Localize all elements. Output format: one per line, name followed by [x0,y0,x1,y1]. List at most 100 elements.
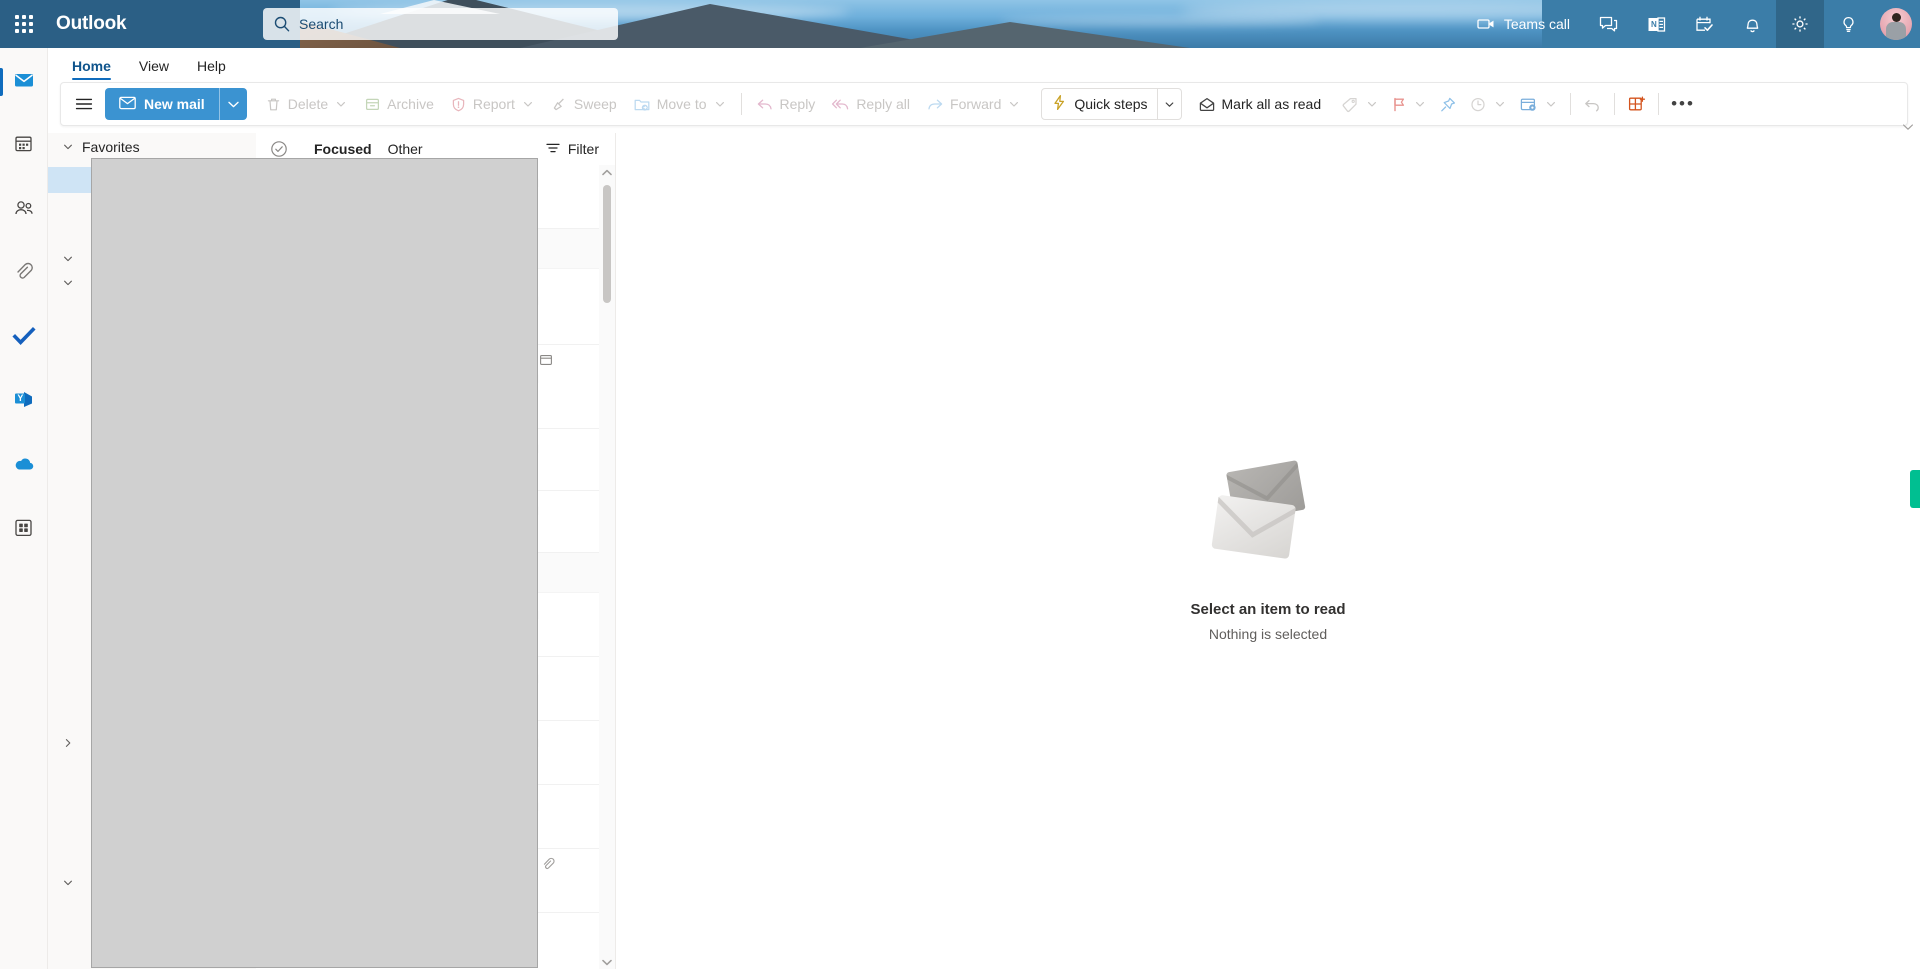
snooze-button[interactable] [1463,88,1513,120]
report-button[interactable]: Report [442,88,543,120]
chevron-down-icon[interactable] [60,139,76,155]
message-list-scrollbar[interactable] [599,165,615,969]
cloud-icon [12,453,36,480]
rail-item-mail[interactable] [0,58,48,106]
chevron-down-icon[interactable] [1413,97,1427,111]
pivot-focused[interactable]: Focused [306,141,380,157]
ribbon-divider-4 [1658,93,1660,115]
rail-item-to-do[interactable] [0,314,48,362]
open-envelope-icon [1198,96,1216,113]
rail-item-onedrive[interactable] [0,442,48,490]
archive-box-icon [364,96,381,113]
paperclip-icon [541,857,555,871]
chevron-up-icon[interactable] [599,165,615,179]
search-box[interactable] [263,8,618,40]
sweep-label: Sweep [573,96,617,112]
ribbon-divider-2 [1570,93,1572,115]
hamburger-menu-icon[interactable] [67,88,101,120]
quick-steps-group[interactable]: Quick steps [1041,88,1182,120]
favorites-label: Favorites [82,139,140,155]
quick-steps-dropdown[interactable] [1156,89,1181,119]
chevron-down-icon[interactable] [1365,97,1379,111]
search-input[interactable] [299,16,608,32]
sweep-button[interactable]: Sweep [543,88,625,120]
svg-text:N: N [1651,20,1657,29]
notifications-button[interactable] [1728,0,1776,48]
mail-icon [13,69,35,96]
new-mail-dropdown[interactable] [218,88,247,120]
trash-icon [265,96,282,113]
chevron-down-icon [1903,124,1913,130]
chevron-down-icon[interactable] [60,275,76,291]
chat-button[interactable] [1584,0,1632,48]
contact-card-button[interactable]: N [1632,0,1680,48]
more-commands-button[interactable]: ••• [1665,88,1701,120]
rail-item-people[interactable] [0,186,48,234]
forward-arrow-icon [926,96,944,113]
gear-icon [1789,13,1811,35]
scrollbar-thumb[interactable] [603,185,611,303]
ribbon-expand-chevron[interactable] [1900,120,1916,134]
forward-button[interactable]: Forward [918,88,1029,120]
calendar-check-button[interactable] [1680,0,1728,48]
forward-label: Forward [950,96,1002,112]
filter-icon [545,141,561,158]
folder-move-icon [633,96,651,113]
chevron-right-icon[interactable] [60,735,76,751]
chevron-down-icon[interactable] [60,251,76,267]
new-mail-main[interactable]: New mail [105,88,219,120]
mark-all-as-read-button[interactable]: Mark all as read [1190,88,1330,120]
tab-view[interactable]: View [127,54,181,80]
add-ins-button[interactable] [1621,88,1652,120]
tab-home[interactable]: Home [60,54,123,80]
settings-button[interactable] [1776,0,1824,48]
filter-button[interactable]: Filter [545,141,605,158]
delete-button[interactable]: Delete [257,88,356,120]
archive-button[interactable]: Archive [356,88,442,120]
account-button[interactable] [1872,0,1920,48]
rail-item-files[interactable] [0,250,48,298]
pin-button[interactable] [1433,88,1463,120]
app-rail: Y [0,48,48,969]
header-actions: Teams call N [1464,0,1920,48]
brand-title: Outlook [56,13,127,34]
categorize-button[interactable] [1335,88,1385,120]
chevron-down-icon[interactable] [521,97,535,111]
filter-label: Filter [567,141,599,157]
app-launcher-waffle-icon[interactable] [0,0,48,48]
quick-steps-button[interactable]: Quick steps [1042,89,1156,119]
search-icon [273,15,291,33]
chevron-down-icon[interactable] [60,875,76,891]
tips-button[interactable] [1824,0,1872,48]
scrollbar-track[interactable] [599,179,615,955]
report-label: Report [472,96,515,112]
modal-overlay-panel[interactable] [91,158,538,968]
undo-button[interactable] [1577,88,1608,120]
feedback-tab[interactable] [1910,470,1920,508]
calendar-check-icon [1694,14,1715,35]
new-mail-button[interactable]: New mail [105,88,247,120]
quick-steps-label: Quick steps [1074,96,1148,112]
flag-button[interactable] [1385,88,1433,120]
move-to-button[interactable]: Move to [625,88,735,120]
chevron-down-icon[interactable] [1007,97,1021,111]
chevron-down-icon[interactable] [599,955,615,969]
paperclip-icon [13,261,34,287]
rail-item-calendar[interactable] [0,122,48,170]
chevron-down-icon[interactable] [713,97,727,111]
favorites-header[interactable]: Favorites [48,133,256,161]
chevron-down-icon[interactable] [1544,97,1558,111]
rail-item-more-apps[interactable] [0,506,48,554]
rail-item-viva-engage[interactable]: Y [0,378,48,426]
chevron-down-icon[interactable] [1493,97,1507,111]
reply-all-button[interactable]: Reply all [823,88,918,120]
chevron-down-icon[interactable] [334,97,348,111]
reply-button[interactable]: Reply [748,88,824,120]
tab-help[interactable]: Help [185,54,238,80]
circle-check-icon[interactable] [270,140,288,158]
teams-call-label: Teams call [1503,16,1570,32]
rules-button[interactable] [1513,88,1564,120]
flag-icon [1391,96,1407,113]
teams-call-button[interactable]: Teams call [1464,0,1584,48]
pivot-other[interactable]: Other [380,141,431,157]
